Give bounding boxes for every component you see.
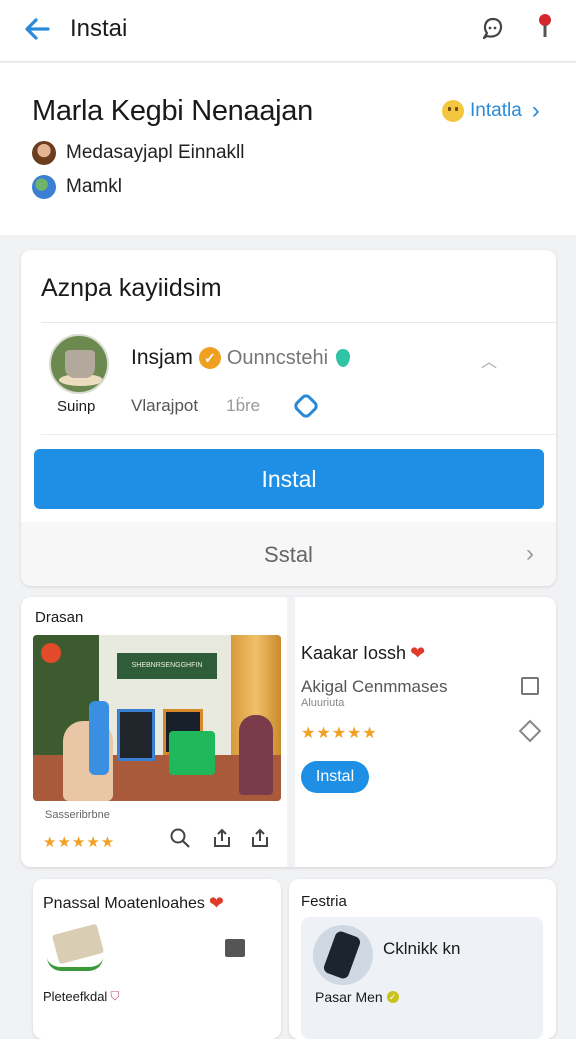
featured-item-title: Kaakar Iossh: [301, 643, 407, 663]
app-name: Insjam: [131, 346, 193, 369]
app-info-label: Vlarajpot: [131, 396, 199, 415]
poster-frame: [117, 709, 155, 761]
smiley-icon: [442, 100, 464, 122]
app-name-row: Insjam ✓ Ounncstehi: [131, 346, 351, 370]
secondary-row[interactable]: Sstal ›: [21, 522, 556, 586]
app-install-card: Aznpa kayiidsim Suinp Insjam ✓ Ounncsteh…: [21, 250, 556, 586]
app-icon[interactable]: [49, 334, 109, 394]
left-card-title: Pnassal Moatenloahes: [43, 894, 205, 912]
notification-pin-icon[interactable]: [534, 12, 556, 42]
upload-icon[interactable]: [249, 827, 271, 849]
left-card-title-row: Pnassal Moatenloahes ❤: [43, 893, 224, 914]
left-product-card[interactable]: Pnassal Moatenloahes ❤ Pleteefkdal ⛉: [33, 879, 281, 1039]
meta-line1: Medasayjapl Einnakll: [66, 142, 245, 163]
globe-icon: [32, 175, 56, 199]
poster-frame: [169, 731, 215, 775]
author-avatar: [32, 141, 56, 165]
diamond-icon[interactable]: [518, 719, 542, 743]
developer-name[interactable]: Ounncstehi: [227, 347, 328, 370]
install-button[interactable]: Instal: [34, 449, 544, 509]
location-drop-icon: [336, 349, 351, 367]
header-action-link[interactable]: Intatla ›: [442, 97, 540, 125]
top-app-bar: Instai: [0, 0, 576, 62]
left-card-subtitle: Pleteefkdal: [43, 989, 108, 1004]
profile-title: Marla Kegbi Nenaajan: [32, 95, 313, 127]
profile-header: Marla Kegbi Nenaajan Intatla › Medasayja…: [0, 63, 576, 235]
chevron-right-icon: ›: [531, 97, 540, 124]
chat-bubble-icon[interactable]: [478, 14, 508, 44]
right-card-title: Festria: [301, 893, 347, 910]
promo-rating-stars: ★★★★★: [43, 834, 116, 851]
featured-item-line1: Akigal Cenmmases: [301, 677, 448, 696]
caret-up-icon[interactable]: ︿: [481, 348, 497, 372]
device-shape: [89, 701, 109, 775]
promo-banner-text: SHEBNRSENGGHFIN: [117, 653, 217, 679]
promo-badge-icon: [41, 643, 61, 663]
featured-item-line2: Aluuriuta: [301, 697, 345, 709]
promo-image[interactable]: SHEBNRSENGGHFIN: [33, 635, 281, 801]
person-shape: [239, 715, 273, 795]
image-icon[interactable]: [225, 939, 245, 957]
app-icon-caption: Suinp: [57, 398, 96, 415]
left-card-sub-row: Pleteefkdal ⛉: [43, 989, 119, 1004]
right-product-card[interactable]: Festria Cklnikk kn Pasar Men ✓: [289, 879, 556, 1039]
app-info-row: Vlarajpot 1b̈re: [131, 391, 321, 421]
meta-row-location: Mamkl: [32, 175, 122, 199]
divider: [41, 322, 556, 323]
shield-icon: ⛉: [110, 989, 120, 1003]
mug-shape: [65, 350, 95, 378]
chevron-right-icon: ›: [526, 540, 534, 567]
check-badge-icon: ✓: [386, 991, 399, 1003]
checkbox[interactable]: [521, 677, 539, 695]
app-info-value: 1b̈re: [226, 396, 261, 415]
share-icon[interactable]: [211, 827, 233, 849]
featured-section-title: Drasan: [35, 609, 84, 626]
featured-card: Drasan SHEBNRSENGGHFIN Sasseribrbne ★★★★…: [21, 597, 556, 867]
right-card-sub-row: Pasar Men ✓: [315, 989, 399, 1005]
back-arrow-icon[interactable]: [20, 14, 54, 44]
leaf-shape: [47, 957, 103, 971]
smartwatch-image: [313, 925, 373, 985]
divider: [41, 434, 556, 435]
product-panel: Cklnikk kn Pasar Men ✓: [301, 917, 543, 1039]
featured-item-stars: ★★★★★: [301, 725, 378, 742]
share-hex-icon[interactable]: [291, 391, 321, 421]
app-bar-title: Instai: [70, 15, 128, 42]
heart-icon: ❤: [410, 643, 426, 663]
product-thumbnail: [45, 923, 105, 979]
promo-caption: Sasseribrbne: [45, 809, 110, 821]
heart-icon: ❤: [208, 893, 224, 913]
verified-check-icon: ✓: [198, 347, 221, 369]
right-card-subtitle: Pasar Men: [315, 989, 383, 1005]
app-card-title: Aznpa kayiidsim: [41, 274, 222, 302]
column-gap: [287, 597, 295, 867]
meta-row-author: Medasayjapl Einnakll: [32, 141, 245, 165]
secondary-label: Sstal: [264, 542, 313, 567]
featured-item-title-row: Kaakar Iossh ❤: [301, 643, 425, 664]
meta-line2: Mamkl: [66, 176, 122, 197]
zoom-icon[interactable]: [169, 827, 191, 849]
product-name: Cklnikk kn: [383, 939, 461, 958]
featured-install-button[interactable]: Instal: [301, 761, 369, 793]
header-action-label: Intatla: [470, 100, 522, 121]
